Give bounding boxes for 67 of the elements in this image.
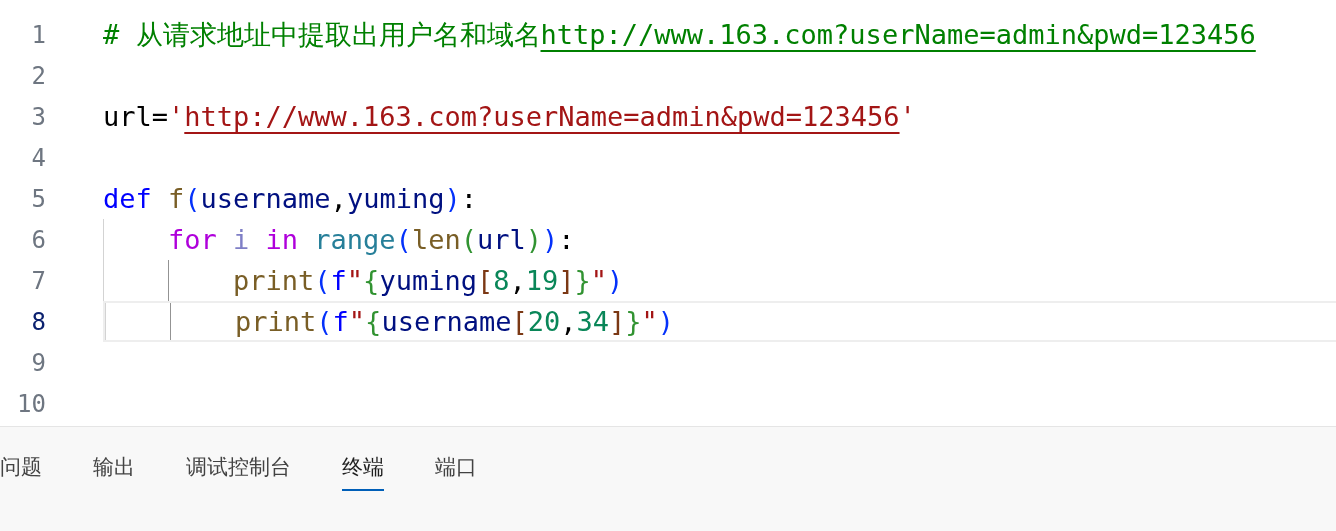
panel-tab[interactable]: 终端 [342,453,384,491]
code-token: , [509,265,526,296]
code-token: : [460,183,477,214]
code-token: } [574,265,591,296]
code-token: ) [444,183,461,214]
code-token: print [235,306,317,337]
code-token: ' [168,101,185,132]
code-token: f [168,183,185,214]
code-token: } [625,306,642,337]
line-number: 4 [30,143,46,172]
code-token: , [560,306,577,337]
code-token: username [381,306,512,337]
code-token: { [363,265,380,296]
line-number: 6 [30,225,46,254]
code-token: 20 [527,306,561,337]
code-token: ( [460,224,477,255]
code-token: def [103,183,152,214]
code-token: 19 [525,265,559,296]
code-token: [ [511,306,528,337]
code-token: ( [314,265,331,296]
code-token: range [314,224,396,255]
line-number: 3 [30,102,46,131]
line-number: 10 [16,389,46,418]
panel-tab[interactable]: 端口 [435,453,477,491]
panel-tab[interactable]: 问题 [0,453,42,491]
code-token: 34 [576,306,609,337]
line-number: 2 [30,61,46,90]
line-number: 1 [30,20,46,49]
code-token: ) [657,306,675,337]
code-token: " [590,265,608,296]
code-token: i [233,224,250,255]
panel-tab[interactable]: 输出 [93,453,135,491]
code-token: # [103,19,120,50]
code-token: " [346,265,364,296]
code-token: : [558,224,575,255]
code-token: { [365,306,382,337]
code-token: ' [899,101,916,132]
code-token: [ [476,265,494,296]
code-token: ) [525,224,542,255]
code-token: in [265,224,299,255]
line-number: 8 [30,307,46,336]
code-token: f [332,306,349,337]
panel-tab[interactable]: 调试控制台 [186,453,291,491]
code-token: len [411,224,461,255]
code-token: ) [607,265,624,296]
code-token: 从请求地址中提取出用户名和域名 [135,18,541,50]
code-token: ( [316,306,333,337]
code-token: username [200,183,331,214]
line-number: 5 [30,184,46,213]
code-token: for [168,224,217,255]
code-token: yuming [346,183,445,214]
code-token: f [330,265,347,296]
code-token: " [641,306,658,337]
code-token: ] [558,265,575,296]
code-token: " [348,306,366,337]
line-number: 7 [30,266,46,295]
code-token: print [233,265,315,296]
code-token: url= [103,101,169,132]
code-token: ( [395,224,412,255]
code-token: yuming [379,265,477,296]
code-token: ( [184,183,201,214]
line-number: 9 [30,348,46,377]
code-token: url [476,224,526,255]
code-token: ] [609,306,626,337]
code-token: , [330,183,347,214]
code-token: 8 [493,265,510,296]
code-token: ) [541,224,559,255]
